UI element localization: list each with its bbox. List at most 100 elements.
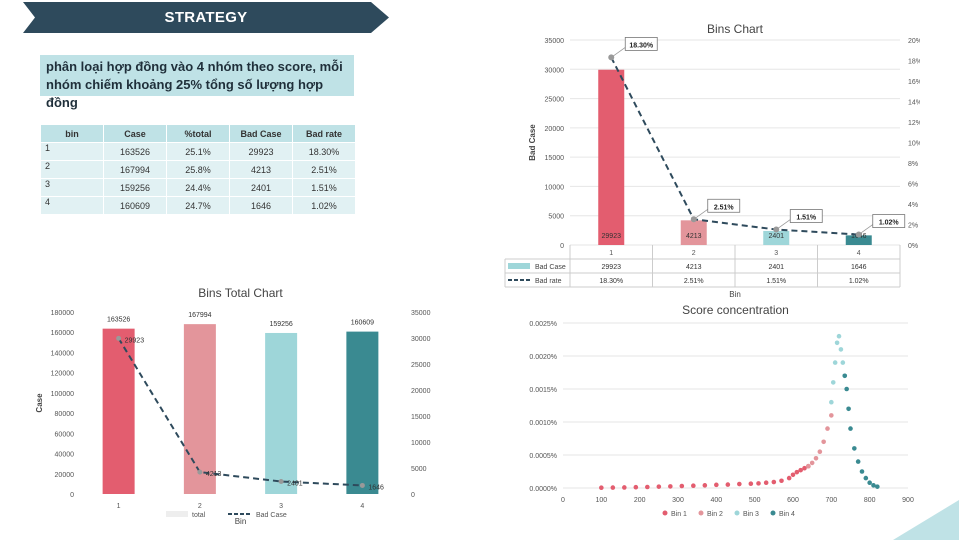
- data-table-cell: 2.51%: [684, 278, 704, 285]
- table-row: 3 159256 24.4% 2401 1.51%: [41, 179, 355, 196]
- y2-tick-label: 6%: [908, 182, 918, 189]
- callout-leader: [693, 208, 708, 220]
- line-point: [359, 482, 365, 488]
- bins-chart: Bins Chart 0 5000 10000 15000 20000 25000 30000…: [504, 22, 920, 299]
- y2-tick-label: 25000: [411, 362, 431, 369]
- y-tick-label: 30000: [545, 67, 565, 74]
- y-tick-label: 0: [70, 492, 74, 499]
- table-row: 1 163526 25.1% 29923 18.30%: [41, 143, 355, 160]
- scatter-point: [813, 456, 819, 461]
- scatter-point: [825, 426, 830, 431]
- chart-title: Bins Chart: [707, 22, 764, 36]
- y2-tick-label: 12%: [908, 120, 920, 127]
- data-table-cell: 1.51%: [766, 278, 786, 285]
- y-tick-label: 0.0000%: [529, 486, 557, 493]
- scatter-point: [725, 482, 731, 487]
- data-table-cell: 1.02%: [849, 278, 869, 285]
- bar: [598, 69, 625, 245]
- legend-label: Bin 1: [671, 511, 687, 518]
- y2-tick-label: 18%: [908, 59, 920, 66]
- bar-data-label: 163526: [107, 317, 130, 324]
- table-cell: 25.1%: [167, 143, 229, 160]
- y-tick-label: 0: [560, 243, 564, 250]
- scatter-point: [821, 439, 826, 445]
- x-tick-label: 300: [672, 497, 684, 504]
- scatter-point: [842, 373, 848, 379]
- scatter-point: [622, 485, 627, 490]
- y2-tick-label: 16%: [908, 79, 920, 86]
- line-data-label: 2401: [287, 481, 303, 488]
- table-cell: 24.4%: [167, 179, 229, 196]
- data-table-cell: 18.30%: [599, 278, 623, 285]
- column-header-percent-total: %total: [167, 125, 229, 142]
- y-tick-label: 20000: [545, 126, 565, 133]
- scatter-point: [809, 460, 815, 466]
- y-tick-label: 180000: [51, 310, 74, 317]
- scatter-point: [859, 469, 865, 474]
- table-cell: 25.8%: [167, 161, 229, 178]
- bar: [183, 324, 216, 494]
- legend-marker: [770, 510, 776, 516]
- corner-decoration: [893, 500, 959, 540]
- scatter-point: [836, 333, 842, 339]
- scatter-point: [846, 406, 851, 412]
- x-tick-label: 800: [864, 497, 876, 504]
- scatter-point: [779, 478, 784, 484]
- description-box: phân loại hợp đồng vào 4 nhóm theo score…: [40, 55, 354, 110]
- bad-case-line: [117, 337, 363, 487]
- line-data-label: 1646: [368, 484, 384, 491]
- scatter-point: [645, 484, 650, 490]
- scatter-point: [832, 360, 838, 365]
- scatter-point: [702, 483, 708, 488]
- scatter-point: [633, 484, 639, 490]
- scatter-point: [867, 480, 872, 486]
- scatter-point: [834, 340, 840, 346]
- x-tick-label: 4: [360, 503, 364, 510]
- score-concentration-chart: Score concentration 0.0000% 0.0005% 0.0010%…: [529, 303, 914, 518]
- x-tick-label: 200: [634, 497, 646, 504]
- y-tick-label: 20000: [55, 472, 75, 479]
- scatter-point: [829, 413, 834, 418]
- scatter-point: [599, 485, 604, 491]
- y2-tick-label: 10%: [908, 141, 920, 148]
- y2-tick-label: 10000: [411, 440, 431, 447]
- y2-tick-label: 0: [411, 492, 415, 499]
- y2-tick-label: 20000: [411, 388, 431, 395]
- data-table-cell: 2401: [768, 264, 784, 271]
- column-header-bin: bin: [41, 125, 103, 142]
- scatter-point: [855, 459, 861, 464]
- y-tick-label: 35000: [545, 38, 565, 45]
- bar-data-label: 167994: [188, 312, 211, 319]
- y2-tick-label: 35000: [411, 310, 431, 317]
- line-point: [197, 469, 203, 475]
- y2-tick-label: 5000: [411, 466, 427, 473]
- scatter-point: [875, 484, 880, 489]
- x-tick-label: 600: [787, 497, 799, 504]
- header-banner: STRATEGY: [23, 2, 389, 33]
- line-data-label: 1.02%: [879, 220, 900, 227]
- legend-marker: [698, 510, 704, 516]
- y2-tick-label: 0%: [908, 243, 918, 250]
- line-data-label: 2.51%: [714, 204, 735, 211]
- legend-label-bad-case: Bad Case: [535, 264, 566, 271]
- line-data-label: 18.30%: [629, 42, 654, 49]
- scatter-point: [691, 483, 696, 488]
- scatter-point: [714, 482, 719, 488]
- scatter-point: [756, 481, 761, 486]
- data-table-cell: 4213: [686, 264, 702, 271]
- data-table-cell: 29923: [602, 264, 622, 271]
- line-point: [278, 479, 284, 485]
- legend-label: Bin 2: [707, 511, 723, 518]
- table-cell: 24.7%: [167, 197, 229, 214]
- line-data-label: 29923: [125, 337, 145, 344]
- table-cell: 2.51%: [293, 161, 355, 178]
- scatter-point: [763, 480, 769, 486]
- y-tick-label: 0.0020%: [529, 354, 557, 361]
- scatter-point: [830, 380, 836, 385]
- table-cell: 159256: [104, 179, 166, 196]
- y-tick-label: 40000: [55, 452, 75, 459]
- x-tick-label: 500: [749, 497, 761, 504]
- table-cell: 1.51%: [293, 179, 355, 196]
- table-cell: 160609: [104, 197, 166, 214]
- bar-data-label: 29923: [602, 233, 622, 240]
